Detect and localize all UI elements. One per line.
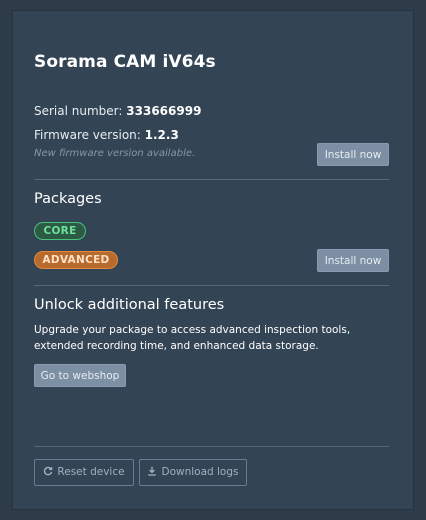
unlock-description: Upgrade your package to access advanced …	[34, 324, 351, 352]
serial-number-row: Serial number: 333666999	[34, 104, 201, 118]
download-logs-button[interactable]: Download logs	[139, 459, 247, 486]
packages-heading: Packages	[34, 191, 102, 207]
download-logs-label: Download logs	[161, 466, 239, 478]
webshop-button[interactable]: Go to webshop	[34, 364, 126, 387]
reset-device-button[interactable]: Reset device	[34, 459, 134, 486]
unlock-heading: Unlock additional features	[34, 297, 225, 313]
install-package-button[interactable]: Install now	[317, 249, 389, 272]
firmware-update-note: New firmware version available.	[34, 148, 196, 159]
install-firmware-button[interactable]: Install now	[317, 143, 389, 166]
serial-number-label: Serial number:	[34, 104, 123, 118]
refresh-icon	[43, 460, 53, 485]
package-badge-advanced: ADVANCED	[34, 251, 118, 269]
download-icon	[147, 460, 157, 485]
divider	[34, 179, 389, 180]
reset-device-label: Reset device	[57, 466, 125, 478]
firmware-version-value: 1.2.3	[144, 128, 179, 142]
divider	[34, 446, 389, 447]
firmware-version-label: Firmware version:	[34, 128, 141, 142]
device-title: Sorama CAM iV64s	[34, 52, 216, 72]
divider	[34, 285, 389, 286]
serial-number-value: 333666999	[126, 104, 202, 118]
firmware-version-row: Firmware version: 1.2.3	[34, 128, 179, 142]
app-background: Sorama CAM iV64s Serial number: 33366699…	[0, 0, 426, 520]
package-badge-core: CORE	[34, 222, 86, 240]
